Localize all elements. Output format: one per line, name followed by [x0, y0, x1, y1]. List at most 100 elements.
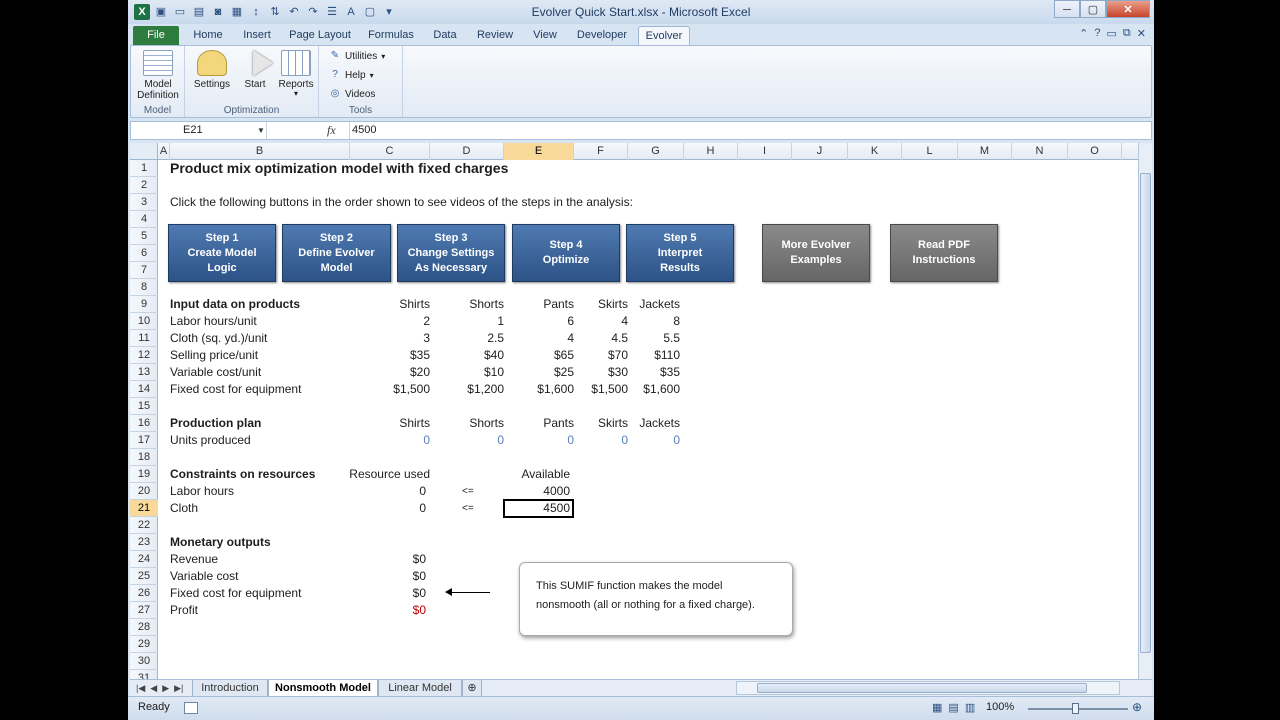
tab-home[interactable]: Home	[186, 26, 230, 45]
row-header[interactable]: 24	[130, 551, 158, 568]
sheet-tab-linear-model[interactable]: Linear Model	[378, 680, 462, 697]
input-cell[interactable]: 5.5	[628, 330, 680, 347]
units-produced-cell[interactable]: 0	[628, 432, 680, 449]
insert-function-icon[interactable]: fx	[327, 122, 336, 139]
input-cell[interactable]: $30	[574, 364, 628, 381]
row-header[interactable]: 7	[130, 262, 158, 279]
restore-icon[interactable]: ▭	[1107, 27, 1117, 40]
column-header-d[interactable]: D	[430, 143, 504, 160]
column-header-g[interactable]: G	[628, 143, 684, 160]
tab-review[interactable]: Review	[472, 26, 518, 45]
row-header[interactable]: 27	[130, 602, 158, 619]
name-box-dropdown-icon[interactable]: ▼	[257, 122, 265, 139]
window-restore-icon[interactable]: ⧉	[1123, 27, 1131, 40]
input-cell[interactable]: $65	[504, 347, 574, 364]
units-produced-cell[interactable]: 0	[430, 432, 504, 449]
available-cell[interactable]: 4000	[504, 483, 570, 500]
monetary-value[interactable]: $0	[350, 568, 426, 585]
row-header[interactable]: 6	[130, 245, 158, 262]
row-header[interactable]: 13	[130, 364, 158, 381]
insert-sheet-icon[interactable]: ⊕	[462, 680, 482, 697]
tab-insert[interactable]: Insert	[234, 26, 280, 45]
row-header[interactable]: 4	[130, 211, 158, 228]
horizontal-scroll-thumb[interactable]	[757, 683, 1087, 693]
select-all-corner[interactable]	[130, 143, 158, 160]
step-1-button[interactable]: Step 1 Create Model Logic	[168, 224, 276, 282]
monetary-value[interactable]: $0	[350, 551, 426, 568]
row-header[interactable]: 20	[130, 483, 158, 500]
settings-button[interactable]: Settings	[191, 50, 233, 90]
row-header[interactable]: 12	[130, 347, 158, 364]
reports-button[interactable]: Reports ▾	[275, 50, 317, 98]
row-header[interactable]: 26	[130, 585, 158, 602]
input-cell[interactable]: 1	[430, 313, 504, 330]
row-header[interactable]: 17	[130, 432, 158, 449]
column-header-l[interactable]: L	[902, 143, 958, 160]
row-header[interactable]: 28	[130, 619, 158, 636]
row-header[interactable]: 31	[130, 670, 158, 679]
input-cell[interactable]: 3	[350, 330, 430, 347]
column-header-c[interactable]: C	[350, 143, 430, 160]
column-header-o[interactable]: O	[1068, 143, 1122, 160]
input-cell[interactable]: 6	[504, 313, 574, 330]
zoom-slider-knob[interactable]	[1072, 703, 1079, 714]
column-header-e[interactable]: E	[504, 143, 574, 160]
row-header[interactable]: 5	[130, 228, 158, 245]
input-cell[interactable]: $20	[350, 364, 430, 381]
input-cell[interactable]: $70	[574, 347, 628, 364]
step-2-button[interactable]: Step 2 Define Evolver Model	[282, 224, 391, 282]
step-4-button[interactable]: Step 4 Optimize	[512, 224, 620, 282]
input-cell[interactable]: 8	[628, 313, 680, 330]
input-cell[interactable]: $1,200	[430, 381, 504, 398]
prev-sheet-icon[interactable]: ◀	[150, 680, 157, 697]
input-cell[interactable]: $35	[628, 364, 680, 381]
next-sheet-icon[interactable]: ▶	[162, 680, 169, 697]
row-header[interactable]: 9	[130, 296, 158, 313]
formula-input[interactable]: 4500	[349, 122, 1145, 139]
column-header-b[interactable]: B	[170, 143, 350, 160]
units-produced-cell[interactable]: 0	[350, 432, 430, 449]
column-header-m[interactable]: M	[958, 143, 1012, 160]
input-cell[interactable]: $110	[628, 347, 680, 364]
column-header-i[interactable]: I	[738, 143, 792, 160]
input-cell[interactable]: $1,500	[574, 381, 628, 398]
row-header[interactable]: 29	[130, 636, 158, 653]
input-cell[interactable]: 4.5	[574, 330, 628, 347]
row-header[interactable]: 30	[130, 653, 158, 670]
name-box[interactable]: E21	[131, 122, 267, 139]
row-header[interactable]: 21	[130, 500, 158, 517]
tab-file[interactable]: File	[133, 26, 179, 45]
help-button[interactable]: ? Help ▾	[329, 69, 373, 81]
sheet-tab-introduction[interactable]: Introduction	[192, 680, 268, 697]
close-workbook-icon[interactable]: ✕	[1137, 27, 1146, 40]
help-icon[interactable]: ?	[1094, 27, 1100, 40]
videos-button[interactable]: ◎ Videos	[329, 88, 376, 100]
page-layout-view-icon[interactable]: ▤	[948, 701, 958, 714]
input-cell[interactable]: 2.5	[430, 330, 504, 347]
tab-view[interactable]: View	[526, 26, 564, 45]
last-sheet-icon[interactable]: ▶|	[174, 680, 183, 697]
tab-data[interactable]: Data	[426, 26, 464, 45]
sheet-tab-nonsmooth-model[interactable]: Nonsmooth Model	[268, 680, 378, 697]
maximize-icon[interactable]: ▢	[1080, 0, 1106, 18]
input-cell[interactable]: $25	[504, 364, 574, 381]
row-header[interactable]: 1	[130, 160, 158, 177]
tab-developer[interactable]: Developer	[572, 26, 632, 45]
input-cell[interactable]: $1,600	[628, 381, 680, 398]
zoom-in-icon[interactable]: ⊕	[1132, 700, 1142, 714]
column-header-f[interactable]: F	[574, 143, 628, 160]
tab-formulas[interactable]: Formulas	[362, 26, 420, 45]
resource-used-cell[interactable]: 0	[350, 500, 426, 517]
row-header[interactable]: 8	[130, 279, 158, 296]
row-header[interactable]: 18	[130, 449, 158, 466]
vertical-scroll-thumb[interactable]	[1140, 173, 1151, 653]
row-header[interactable]: 10	[130, 313, 158, 330]
units-produced-cell[interactable]: 0	[504, 432, 574, 449]
tab-evolver[interactable]: Evolver	[638, 26, 690, 45]
resource-used-cell[interactable]: 0	[350, 483, 426, 500]
monetary-value[interactable]: $0	[350, 585, 426, 602]
row-header[interactable]: 23	[130, 534, 158, 551]
row-header[interactable]: 19	[130, 466, 158, 483]
row-header[interactable]: 22	[130, 517, 158, 534]
row-header[interactable]: 16	[130, 415, 158, 432]
